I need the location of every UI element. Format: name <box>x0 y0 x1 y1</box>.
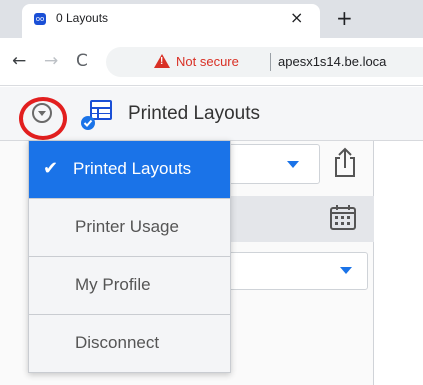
address-url[interactable]: apesx1s14.be.loca <box>278 54 386 69</box>
menu-item-label: Disconnect <box>75 333 160 352</box>
filter-select[interactable] <box>224 144 320 184</box>
forward-icon[interactable]: → <box>44 52 58 70</box>
warning-icon[interactable]: ! <box>154 54 170 68</box>
address-bar[interactable]: ! Not secure apesx1s14.be.loca <box>106 47 423 77</box>
reload-icon[interactable]: C <box>76 52 88 70</box>
chevron-down-icon[interactable] <box>287 161 299 168</box>
checkmark-icon: ✔ <box>43 158 59 179</box>
menu-item-label: Printer Usage <box>75 217 179 236</box>
menu-item-my-profile[interactable]: My Profile <box>29 257 230 315</box>
tab-favicon-icon: oo <box>34 13 46 25</box>
page-title: Printed Layouts <box>128 103 261 124</box>
export-icon[interactable] <box>332 146 358 178</box>
tab-title[interactable]: 0 Layouts <box>56 11 108 25</box>
highlight-ring <box>19 97 67 140</box>
back-icon[interactable]: ← <box>12 52 26 70</box>
chevron-down-icon[interactable] <box>340 267 352 274</box>
app-nav-menu: ✔ Printed Layouts Printer Usage My Profi… <box>28 140 231 373</box>
address-separator <box>270 53 271 71</box>
menu-item-printer-usage[interactable]: Printer Usage <box>29 199 230 257</box>
menu-item-label: Printed Layouts <box>73 159 192 178</box>
calendar-icon[interactable] <box>329 203 357 231</box>
new-tab-icon[interactable]: + <box>336 6 353 30</box>
menu-item-printed-layouts[interactable]: ✔ Printed Layouts <box>29 141 230 199</box>
screenshot-root: oo 0 Layouts × + ← → C ! Not secure apes… <box>0 0 423 385</box>
tab-close-icon[interactable]: × <box>290 8 303 27</box>
browser-tab-strip: oo 0 Layouts × + <box>0 0 423 38</box>
not-secure-label[interactable]: Not secure <box>176 54 239 69</box>
menu-item-label: My Profile <box>75 275 151 294</box>
panel-divider <box>373 141 374 385</box>
browser-toolbar: ← → C ! Not secure apesx1s14.be.loca <box>0 38 423 86</box>
layouts-grid-icon <box>81 100 112 130</box>
menu-item-disconnect[interactable]: Disconnect <box>29 315 230 373</box>
